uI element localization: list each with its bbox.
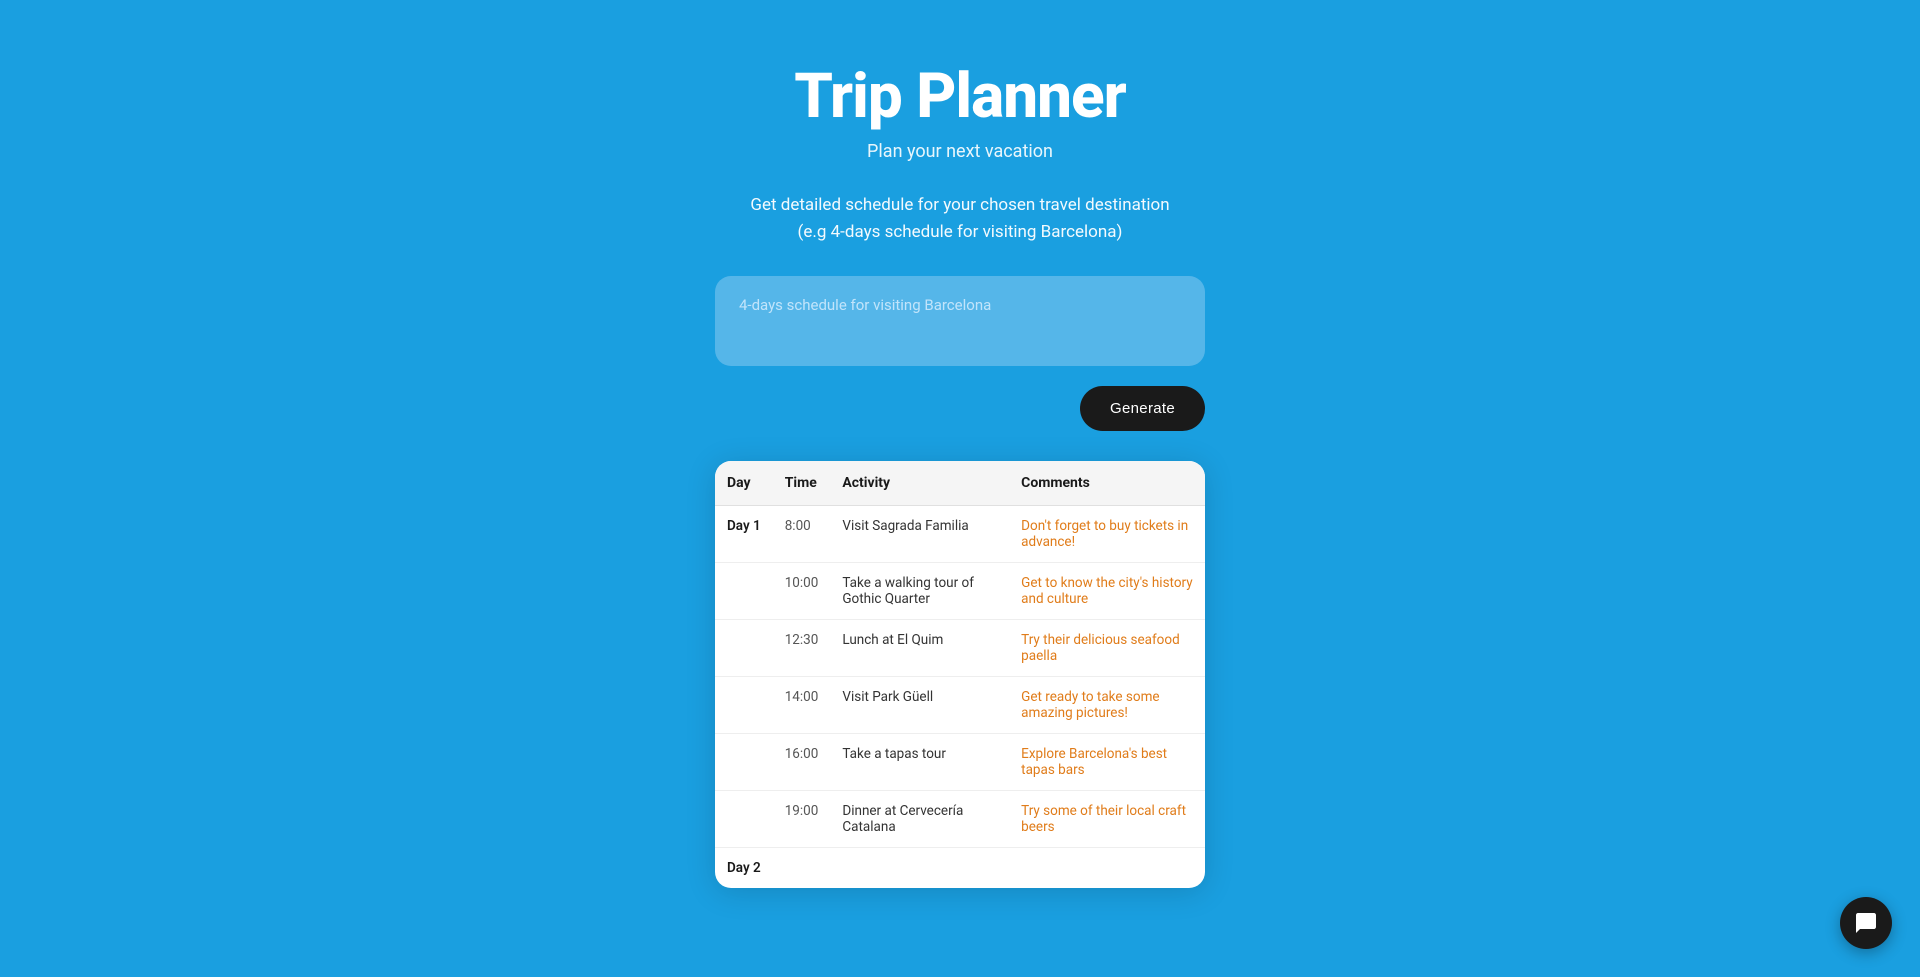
cell-day: Day 1: [715, 506, 773, 563]
col-header-comments: Comments: [1009, 461, 1205, 506]
cell-day: [715, 677, 773, 734]
cell-activity: Visit Sagrada Familia: [830, 506, 1009, 563]
table-row: Day 2: [715, 848, 1205, 889]
description-line2: (e.g 4-days schedule for visiting Barcel…: [798, 222, 1123, 242]
cell-time: [773, 848, 831, 889]
cell-day: [715, 734, 773, 791]
cell-activity: Take a walking tour of Gothic Quarter: [830, 563, 1009, 620]
trip-input[interactable]: [715, 276, 1205, 366]
table-row: 14:00Visit Park GüellGet ready to take s…: [715, 677, 1205, 734]
cell-activity: [830, 848, 1009, 889]
header-section: Trip Planner Plan your next vacation: [794, 60, 1125, 162]
generate-row: Generate: [715, 386, 1205, 431]
table-row: 16:00Take a tapas tourExplore Barcelona'…: [715, 734, 1205, 791]
input-container: [715, 276, 1205, 370]
generate-button[interactable]: Generate: [1080, 386, 1205, 431]
col-header-day: Day: [715, 461, 773, 506]
cell-day: Day 2: [715, 848, 773, 889]
cell-time: 10:00: [773, 563, 831, 620]
cell-time: 16:00: [773, 734, 831, 791]
cell-comments: Try some of their local craft beers: [1009, 791, 1205, 848]
schedule-table-container: Day Time Activity Comments Day 18:00Visi…: [715, 461, 1205, 888]
cell-comments: [1009, 848, 1205, 889]
cell-day: [715, 620, 773, 677]
cell-time: 19:00: [773, 791, 831, 848]
chat-icon: [1854, 911, 1878, 935]
cell-comments: Get ready to take some amazing pictures!: [1009, 677, 1205, 734]
table-row: 19:00Dinner at Cervecería CatalanaTry so…: [715, 791, 1205, 848]
cell-time: 8:00: [773, 506, 831, 563]
table-row: 10:00Take a walking tour of Gothic Quart…: [715, 563, 1205, 620]
table-header-row: Day Time Activity Comments: [715, 461, 1205, 506]
cell-activity: Dinner at Cervecería Catalana: [830, 791, 1009, 848]
description: Get detailed schedule for your chosen tr…: [750, 192, 1169, 246]
cell-activity: Take a tapas tour: [830, 734, 1009, 791]
table-row: 12:30Lunch at El QuimTry their delicious…: [715, 620, 1205, 677]
cell-day: [715, 563, 773, 620]
chat-button[interactable]: [1840, 897, 1892, 949]
schedule-table: Day Time Activity Comments Day 18:00Visi…: [715, 461, 1205, 888]
cell-time: 14:00: [773, 677, 831, 734]
col-header-activity: Activity: [830, 461, 1009, 506]
cell-comments: Try their delicious seafood paella: [1009, 620, 1205, 677]
cell-time: 12:30: [773, 620, 831, 677]
cell-day: [715, 791, 773, 848]
app-title: Trip Planner: [794, 60, 1125, 133]
table-row: Day 18:00Visit Sagrada FamiliaDon't forg…: [715, 506, 1205, 563]
app-subtitle: Plan your next vacation: [794, 141, 1125, 162]
cell-comments: Don't forget to buy tickets in advance!: [1009, 506, 1205, 563]
cell-activity: Visit Park Güell: [830, 677, 1009, 734]
cell-activity: Lunch at El Quim: [830, 620, 1009, 677]
cell-comments: Get to know the city's history and cultu…: [1009, 563, 1205, 620]
col-header-time: Time: [773, 461, 831, 506]
description-line1: Get detailed schedule for your chosen tr…: [750, 195, 1169, 215]
cell-comments: Explore Barcelona's best tapas bars: [1009, 734, 1205, 791]
